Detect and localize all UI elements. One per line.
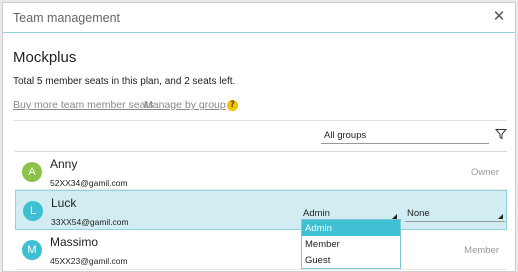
member-group-select[interactable]: None: [405, 206, 505, 222]
member-name: Luck: [51, 196, 77, 210]
team-name: Mockplus: [13, 49, 77, 66]
section-divider: [13, 120, 507, 121]
member-row-anny[interactable]: A Anny 52XX34@gamil.com Owner: [15, 152, 507, 190]
option-label: Admin: [305, 223, 332, 234]
role-option-member[interactable]: Member: [302, 236, 400, 252]
role-select-value: Admin: [303, 208, 330, 219]
help-icon[interactable]: ?: [227, 100, 238, 111]
filter-icon[interactable]: [495, 128, 507, 140]
manage-by-group-link[interactable]: Manage by group: [144, 99, 226, 111]
buy-seats-link[interactable]: Buy more team member seats: [13, 99, 154, 111]
dialog-titlebar: Team management ✕: [3, 3, 515, 33]
member-email: 45XX23@gamil.com: [50, 256, 128, 266]
role-option-admin[interactable]: Admin: [302, 220, 400, 236]
role-dropdown-menu: Admin Member Guest: [301, 219, 401, 269]
member-role: Member: [464, 245, 499, 256]
group-filter-select[interactable]: All groups: [321, 128, 489, 144]
option-label: Member: [305, 239, 340, 250]
option-label: Guest: [305, 255, 331, 266]
dropdown-triangle-icon: [498, 214, 503, 219]
member-email: 33XX54@gamil.com: [51, 217, 129, 227]
avatar: L: [23, 201, 43, 221]
role-option-guest[interactable]: Guest: [302, 252, 400, 268]
avatar: A: [22, 162, 42, 182]
group-filter-value: All groups: [324, 130, 367, 141]
member-group-value: None: [407, 208, 430, 219]
member-name: Massimo: [50, 235, 99, 249]
avatar: M: [22, 240, 42, 260]
member-list: A Anny 52XX34@gamil.com Owner L Luck 33X…: [15, 151, 507, 271]
member-role: Owner: [471, 167, 499, 178]
close-icon[interactable]: ✕: [491, 9, 507, 25]
member-row-massimo[interactable]: M Massimo 45XX23@gamil.com Member: [15, 230, 507, 270]
member-email: 52XX34@gamil.com: [50, 178, 128, 188]
seats-summary: Total 5 member seats in this plan, and 2…: [13, 76, 236, 87]
team-management-dialog: Team management ✕ Mockplus Total 5 membe…: [2, 2, 516, 272]
dialog-title: Team management: [13, 11, 121, 25]
member-name: Anny: [50, 157, 78, 171]
